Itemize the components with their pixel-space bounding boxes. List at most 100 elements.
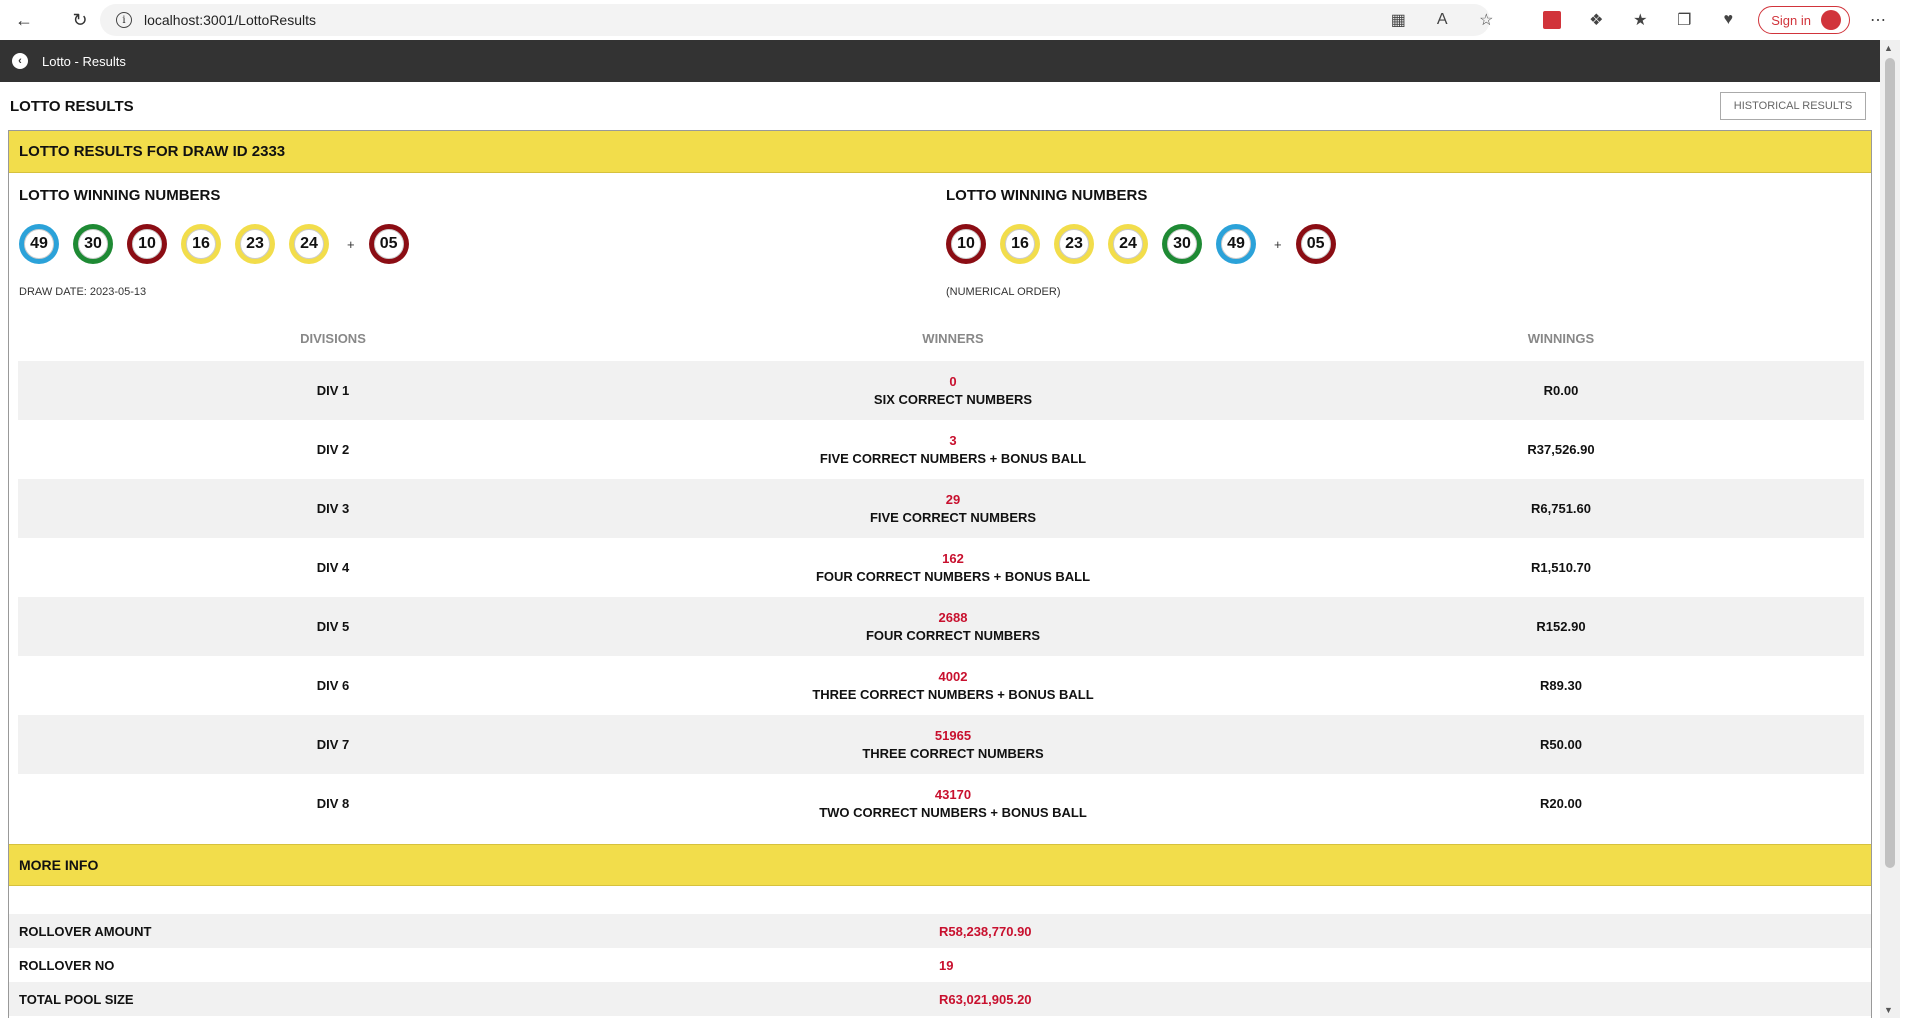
more-info-title: MORE INFO bbox=[9, 844, 1871, 886]
winners-cell: 51965 THREE CORRECT NUMBERS bbox=[648, 728, 1258, 761]
list-item: ROLLOVER NO 19 bbox=[9, 948, 1871, 982]
winners-count: 4002 bbox=[938, 669, 968, 684]
panel-title: LOTTO RESULTS FOR DRAW ID 2333 bbox=[9, 131, 1871, 173]
ball-number: 30 bbox=[78, 229, 108, 259]
winning-numbers-numerical-order: LOTTO WINNING NUMBERS 10 16 23 24 30 49 +05 (N… bbox=[946, 187, 1350, 298]
table-row: DIV 1 0 SIX CORRECT NUMBERS R0.00 bbox=[18, 361, 1864, 420]
info-icon[interactable]: i bbox=[116, 12, 132, 28]
winners-count: 2688 bbox=[938, 610, 968, 625]
draw-date: DRAW DATE: 2023-05-13 bbox=[19, 286, 147, 298]
header-title: Lotto - Results bbox=[42, 53, 126, 69]
bonus-ball: 05 bbox=[368, 224, 409, 264]
winners-cell: 4002 THREE CORRECT NUMBERS + BONUS BALL bbox=[648, 669, 1258, 702]
extensions-icon[interactable]: ❖ bbox=[1582, 6, 1610, 34]
browser-actions: ▦ A ☆ ❖ ★ ❐ ♥ Sign in ⋯ bbox=[1376, 0, 1900, 40]
ball-number: 24 bbox=[294, 229, 324, 259]
division-description: FOUR CORRECT NUMBERS bbox=[865, 628, 1041, 643]
scroll-down-icon[interactable]: ▼ bbox=[1884, 1005, 1893, 1015]
winners-cell: 2688 FOUR CORRECT NUMBERS bbox=[648, 610, 1258, 643]
division-description: SIX CORRECT NUMBERS bbox=[873, 392, 1033, 407]
winnings-amount: R0.00 bbox=[1543, 383, 1579, 398]
info-value: 19 bbox=[939, 957, 954, 973]
historical-results-button[interactable]: HISTORICAL RESULTS bbox=[1720, 92, 1866, 120]
back-icon[interactable]: ← bbox=[8, 4, 40, 36]
column-header-divisions: DIVISIONS bbox=[300, 330, 366, 346]
lotto-ball: 10 bbox=[127, 224, 167, 264]
lotto-ball: 30 bbox=[1162, 224, 1202, 264]
ball-number: 49 bbox=[1221, 229, 1251, 259]
ball-number: 10 bbox=[132, 229, 162, 259]
favorites-icon[interactable]: ★ bbox=[1626, 6, 1654, 34]
lotto-ball: 49 bbox=[19, 224, 59, 264]
table-row: DIV 3 29 FIVE CORRECT NUMBERS R6,751.60 bbox=[18, 479, 1864, 538]
lotto-ball: 10 bbox=[946, 224, 986, 264]
ball-number: 23 bbox=[240, 229, 270, 259]
avatar bbox=[1821, 10, 1841, 30]
lotto-ball: 49 bbox=[1216, 224, 1256, 264]
ball-number: 49 bbox=[24, 229, 54, 259]
table-row: DIV 6 4002 THREE CORRECT NUMBERS + BONUS B… bbox=[18, 656, 1864, 715]
table-row: DIV 5 2688 FOUR CORRECT NUMBERS R152.90 bbox=[18, 597, 1864, 656]
winners-count: 3 bbox=[949, 433, 957, 448]
column-header-winners: WINNERS bbox=[922, 330, 984, 346]
back-circle-icon[interactable]: ‹ bbox=[12, 53, 28, 69]
page-scrollbar[interactable]: ▲ ▼ bbox=[1880, 40, 1900, 1018]
table-body: DIV 1 0 SIX CORRECT NUMBERS R0.00 DIV 2 3 FIVE… bbox=[18, 361, 1864, 833]
winners-count: 43170 bbox=[934, 787, 972, 802]
sign-in-button[interactable]: Sign in bbox=[1758, 6, 1850, 34]
read-aloud-icon[interactable]: A bbox=[1428, 6, 1456, 34]
more-icon[interactable]: ⋯ bbox=[1864, 6, 1892, 34]
app-header: ‹ Lotto - Results bbox=[0, 40, 1880, 82]
office-icon[interactable] bbox=[1538, 6, 1566, 34]
lotto-ball: 30 bbox=[73, 224, 113, 264]
refresh-icon[interactable]: ↻ bbox=[64, 4, 96, 36]
favorite-icon[interactable]: ☆ bbox=[1472, 6, 1500, 34]
winning-numbers-section: LOTTO WINNING NUMBERS 49 30 10 16 23 24 +05 DR… bbox=[9, 173, 1871, 311]
ball-number: 05 bbox=[373, 229, 404, 259]
winners-count: 162 bbox=[942, 551, 964, 566]
division-name: DIV 4 bbox=[316, 560, 350, 575]
division-name: DIV 1 bbox=[316, 383, 350, 398]
url-text: localhost:3001/LottoResults bbox=[144, 12, 316, 28]
lotto-ball: 24 bbox=[289, 224, 329, 264]
collections-icon[interactable]: ❐ bbox=[1670, 6, 1698, 34]
bonus-ball: 05 bbox=[1295, 224, 1336, 264]
table-row: DIV 2 3 FIVE CORRECT NUMBERS + BONUS BALL R… bbox=[18, 420, 1864, 479]
division-name: DIV 7 bbox=[316, 737, 350, 752]
ball-number: 30 bbox=[1167, 229, 1197, 259]
health-icon[interactable]: ♥ bbox=[1714, 6, 1742, 34]
info-label: ROLLOVER AMOUNT bbox=[19, 923, 152, 939]
lotto-ball: 23 bbox=[1054, 224, 1094, 264]
column-header-winnings: WINNINGS bbox=[1527, 330, 1595, 346]
division-description: TWO CORRECT NUMBERS + BONUS BALL bbox=[819, 805, 1087, 820]
address-bar[interactable]: i localhost:3001/LottoResults bbox=[100, 4, 1490, 36]
winners-cell: 43170 TWO CORRECT NUMBERS + BONUS BALL bbox=[648, 787, 1258, 820]
browser-toolbar: ← ↻ i localhost:3001/LottoResults ▦ A ☆ … bbox=[0, 0, 1900, 40]
division-name: DIV 5 bbox=[316, 619, 350, 634]
table-row: DIV 8 43170 TWO CORRECT NUMBERS + BONUS BA… bbox=[18, 774, 1864, 833]
lotto-ball: 16 bbox=[1000, 224, 1040, 264]
info-label: TOTAL POOL SIZE bbox=[19, 991, 134, 1007]
app-icon[interactable]: ▦ bbox=[1384, 6, 1412, 34]
table-row: DIV 4 162 FOUR CORRECT NUMBERS + BONUS BAL… bbox=[18, 538, 1864, 597]
winnings-amount: R1,510.70 bbox=[1531, 560, 1591, 575]
scroll-up-icon[interactable]: ▲ bbox=[1884, 43, 1893, 53]
ball-number: 23 bbox=[1059, 229, 1089, 259]
ball-number: 10 bbox=[951, 229, 981, 259]
lotto-ball: 16 bbox=[181, 224, 221, 264]
lotto-ball: 24 bbox=[1108, 224, 1148, 264]
division-description: THREE CORRECT NUMBERS + BONUS BALL bbox=[812, 687, 1094, 702]
more-info-list: ROLLOVER AMOUNT R58,238,770.90 ROLLOVER NO… bbox=[9, 914, 1871, 1016]
winners-count: 51965 bbox=[934, 728, 972, 743]
division-name: DIV 8 bbox=[316, 796, 350, 811]
winnings-amount: R37,526.90 bbox=[1527, 442, 1595, 457]
winnings-amount: R6,751.60 bbox=[1531, 501, 1591, 516]
list-item: TOTAL POOL SIZE R63,021,905.20 bbox=[9, 982, 1871, 1016]
scrollbar-thumb[interactable] bbox=[1885, 58, 1895, 868]
division-description: FIVE CORRECT NUMBERS + BONUS BALL bbox=[819, 451, 1087, 466]
page-title: LOTTO RESULTS bbox=[10, 98, 134, 115]
info-label: ROLLOVER NO bbox=[19, 957, 115, 973]
division-description: THREE CORRECT NUMBERS bbox=[862, 746, 1044, 761]
winnings-amount: R89.30 bbox=[1540, 678, 1582, 693]
ball-number: 05 bbox=[1300, 229, 1331, 259]
